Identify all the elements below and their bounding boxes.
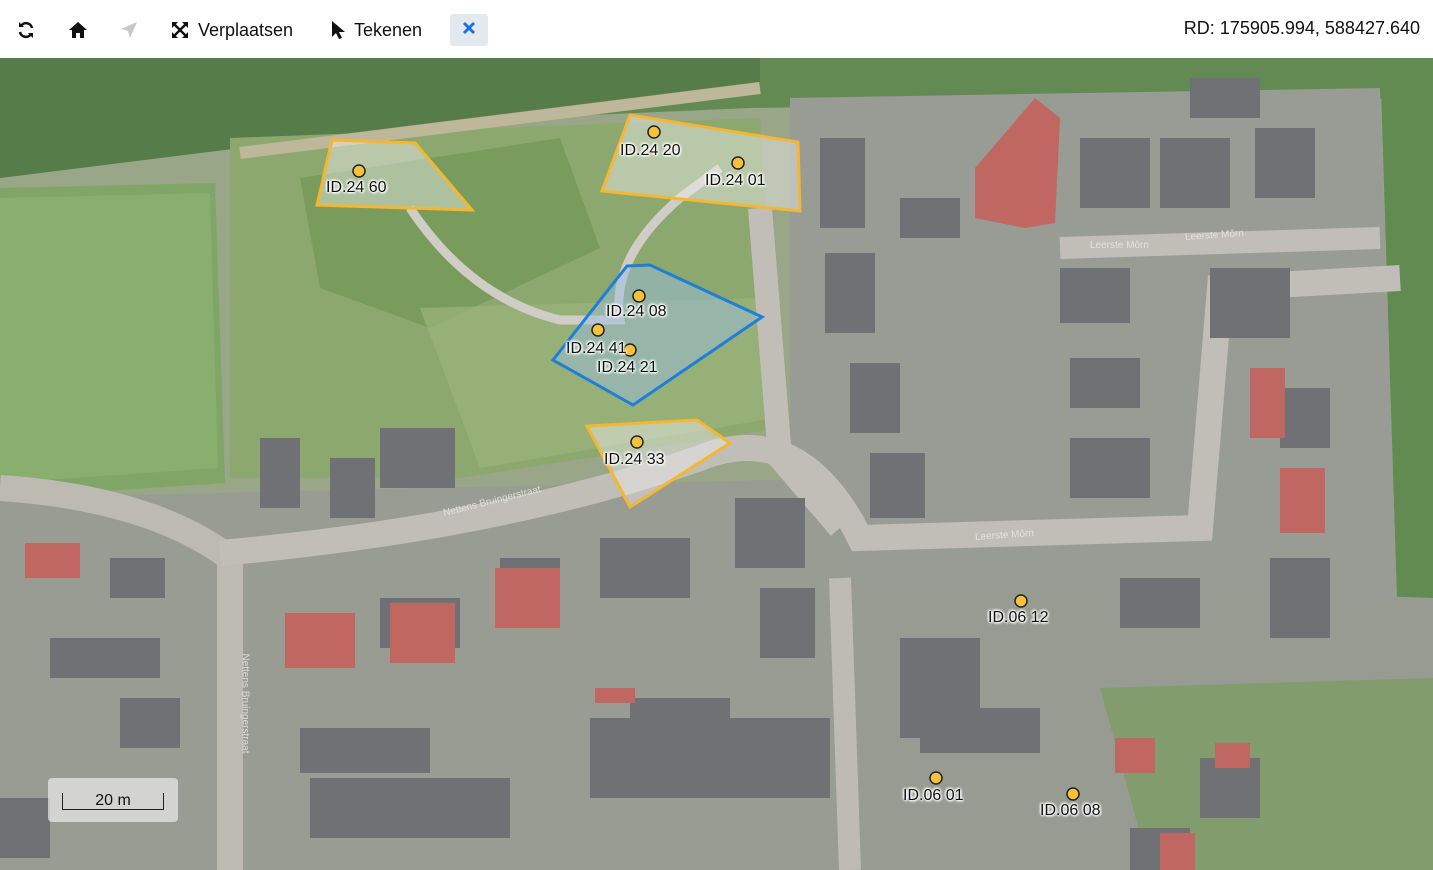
parcel-label: ID.06 08 (1040, 802, 1101, 819)
parcel-label: ID.24 20 (620, 142, 681, 159)
parcel-label: ID.24 33 (604, 451, 665, 468)
parcel-label: ID.06 01 (903, 787, 964, 804)
street-name: Nettens Bruingerstraat (239, 653, 251, 754)
parcel-label: ID.24 01 (705, 172, 766, 189)
marker-id-06-08[interactable] (1066, 787, 1080, 801)
scale-label: 20 m (95, 792, 131, 809)
home-icon (68, 20, 88, 40)
marker-id-06-01[interactable] (929, 771, 943, 785)
parcel-label: ID.24 60 (326, 179, 387, 196)
marker-id-24-60[interactable] (352, 164, 366, 178)
map-toolbar: Verplaatsen Tekenen RD: 175905.994, 5884… (0, 0, 1433, 58)
draw-label: Tekenen (354, 19, 423, 40)
close-icon (462, 21, 476, 40)
parcel-label: ID.24 41 (566, 340, 627, 357)
locate-button[interactable] (120, 14, 138, 46)
expand-arrows-icon (170, 20, 190, 40)
marker-id-24-20[interactable] (647, 125, 661, 139)
parcel-label: ID.06 12 (988, 609, 1049, 626)
move-button[interactable]: Verplaatsen (170, 14, 293, 46)
marker-id-24-41[interactable] (591, 323, 605, 337)
clear-selection-button[interactable] (450, 14, 488, 46)
coordinate-readout: RD: 175905.994, 588427.640 (1183, 18, 1420, 38)
pointer-icon (330, 20, 346, 40)
marker-id-24-33[interactable] (630, 435, 644, 449)
parcel-label: ID.24 08 (606, 303, 667, 320)
home-button[interactable] (68, 14, 88, 46)
scale-bar: 20 m (48, 778, 178, 822)
street-name: Leerste Môrn (1090, 240, 1149, 251)
marker-id-24-01[interactable] (731, 156, 745, 170)
refresh-button[interactable] (16, 14, 36, 46)
refresh-icon (16, 20, 36, 40)
marker-id-06-12[interactable] (1014, 594, 1028, 608)
location-arrow-icon (120, 21, 138, 39)
parcel-label: ID.24 21 (597, 359, 658, 376)
marker-id-24-08[interactable] (632, 289, 646, 303)
aerial-map[interactable]: Nettens Bruingerstraat Leerste Môrn Leer… (0, 58, 1433, 870)
draw-button[interactable]: Tekenen (330, 14, 422, 46)
move-label: Verplaatsen (198, 19, 294, 40)
